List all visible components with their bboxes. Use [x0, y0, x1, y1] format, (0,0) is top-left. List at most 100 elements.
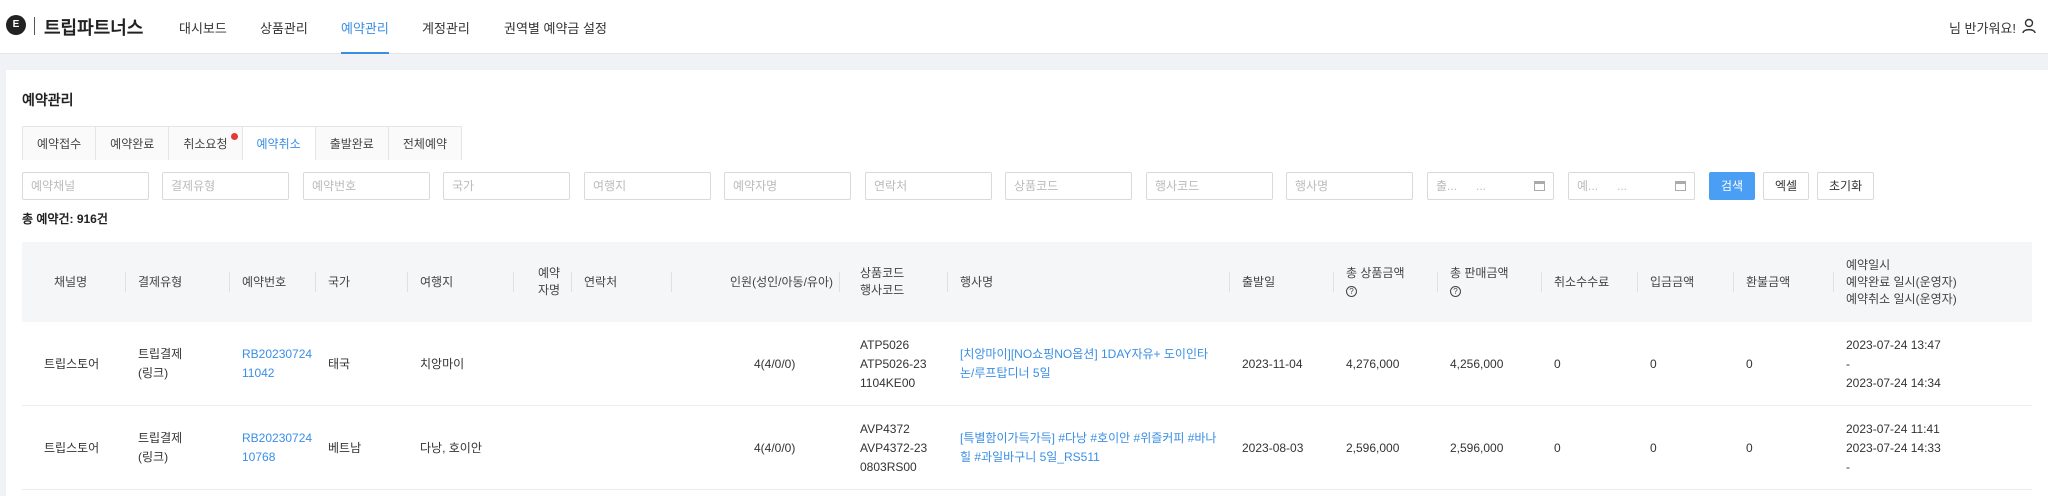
date-to: ...: [1476, 179, 1487, 193]
nav-regional-deposit[interactable]: 권역별 예약금 설정: [504, 18, 607, 37]
event-code-input[interactable]: [1146, 172, 1273, 200]
cell-booker: [514, 406, 572, 490]
header-label: 예약번호: [242, 274, 287, 289]
reservation-link[interactable]: RB2023072410768: [242, 429, 316, 467]
tab-departed[interactable]: 출발완료: [314, 126, 389, 160]
header-label: 인원(성인/아동/유아): [730, 274, 833, 289]
country-input[interactable]: [443, 172, 570, 200]
col-res-no: 예약번호: [230, 242, 316, 322]
cell-res-no[interactable]: RB2023072410768: [230, 406, 316, 490]
nav-products[interactable]: 상품관리: [260, 18, 308, 37]
codes-text: AVP4372 AVP4372-230803RS00: [860, 421, 928, 474]
help-icon[interactable]: ?: [1346, 286, 1357, 297]
cell-event[interactable]: [치앙마이][NO쇼핑NO옵션] 1DAY자유+ 도이인타논/루프탑디너 5일: [948, 322, 1220, 406]
reservation-date-range[interactable]: 예... ...: [1568, 172, 1695, 200]
cell-depart: 2023-11-04: [1242, 356, 1303, 371]
header-label: 예약자명: [538, 266, 561, 297]
tab-label: 예약완료: [110, 137, 155, 151]
header-label: 여행지: [420, 274, 454, 289]
event-link[interactable]: [치앙마이][NO쇼핑NO옵션] 1DAY자유+ 도이인타논/루프탑디너 5일: [960, 345, 1220, 383]
dates-text: 2023-07-24 13:47-2023-07-24 14:34: [1846, 337, 1941, 390]
nav-dashboard[interactable]: 대시보드: [179, 18, 227, 37]
booker-name-input[interactable]: [724, 172, 851, 200]
table-row[interactable]: 트립스토어 트립결제(링크) RB2023072410768 베트남 다낭, 호…: [22, 406, 2032, 490]
col-destination: 여행지: [408, 242, 514, 322]
tab-label: 예약접수: [37, 137, 82, 151]
reservation-link[interactable]: RB2023072411042: [242, 345, 316, 383]
tab-completed[interactable]: 예약완료: [95, 126, 170, 160]
header-label: 채널명: [54, 274, 88, 289]
cell-booker: [514, 322, 572, 406]
excel-button[interactable]: 엑셀: [1763, 172, 1810, 200]
product-code-input[interactable]: [1005, 172, 1132, 200]
cell-deposit: 0: [1650, 440, 1657, 455]
cell-cancel-fee: 0: [1554, 440, 1561, 455]
col-contact: 연락처: [572, 242, 672, 322]
cell-channel: 트립스토어: [44, 440, 100, 455]
header-label: 취소수수료: [1554, 274, 1610, 289]
user-icon[interactable]: [2022, 18, 2036, 34]
logo-icon[interactable]: E: [6, 15, 26, 35]
cell-channel: 트립스토어: [44, 356, 100, 371]
reset-button[interactable]: 초기화: [1817, 172, 1875, 200]
total-count: 총 예약건: 916건: [22, 212, 108, 226]
tab-label: 취소요청: [183, 137, 228, 151]
cell-total-product: 2,596,000: [1346, 440, 1400, 455]
cell-destination: 다낭, 호이안: [420, 440, 482, 455]
header-label: 국가: [328, 274, 351, 289]
table-row[interactable]: 트립스토어 트립결제(링크) RB2023072411042 태국 치앙마이 4…: [22, 322, 2032, 406]
contact-input[interactable]: [865, 172, 992, 200]
date-from: 예...: [1577, 179, 1599, 193]
cell-contact: [572, 322, 672, 406]
col-total-product: 총 상품금액?: [1334, 242, 1438, 322]
cell-pay-type: 트립결제(링크): [138, 347, 183, 380]
header-label: 총 판매금액?: [1450, 266, 1509, 297]
destination-input[interactable]: [584, 172, 711, 200]
header-label: 환불금액: [1746, 274, 1791, 289]
cell-people: 4(4/0/0): [754, 356, 796, 371]
cell-event[interactable]: [특별함이가득가득] #다낭 #호이안 #위즐커피 #바나힐 #과일바구니 5일…: [948, 406, 1220, 490]
logo-divider: [34, 17, 35, 35]
dates-text: 2023-07-24 11:41 2023-07-24 14:33-: [1846, 421, 1941, 474]
header-label: 행사명: [960, 274, 994, 289]
cell-country: 베트남: [328, 440, 362, 455]
cell-codes: ATP5026 ATP5026-231104KE00: [840, 322, 948, 406]
greeting-text: 님 반가워요!: [1948, 21, 2016, 36]
departure-date-range[interactable]: 출... ...: [1427, 172, 1554, 200]
date-from: 출...: [1436, 179, 1458, 193]
cell-refund: 0: [1746, 356, 1753, 371]
col-people: 인원(성인/아동/유아): [672, 242, 840, 322]
date-to: ...: [1617, 179, 1628, 193]
help-icon[interactable]: ?: [1450, 286, 1461, 297]
codes-text: ATP5026 ATP5026-231104KE00: [860, 337, 927, 390]
page-title: 예약관리: [22, 92, 74, 108]
cell-res-no[interactable]: RB2023072411042: [230, 322, 316, 406]
header-label: 상품코드 행사코드: [860, 266, 905, 297]
header-label: 결제유형: [138, 274, 183, 289]
col-cancel-fee: 취소수수료: [1542, 242, 1638, 322]
tab-cancel-request[interactable]: 취소요청: [168, 126, 243, 160]
cell-cancel-fee: 0: [1554, 356, 1561, 371]
tab-received[interactable]: 예약접수: [22, 126, 97, 160]
channel-input[interactable]: [22, 172, 149, 200]
tab-label: 전체예약: [402, 137, 448, 151]
tab-label: 예약취소: [256, 137, 301, 151]
brand-name[interactable]: 트립파트너스: [44, 14, 143, 40]
nav-accounts[interactable]: 계정관리: [422, 18, 470, 37]
tab-cancelled[interactable]: 예약취소: [241, 126, 316, 160]
reservation-no-input[interactable]: [303, 172, 430, 200]
event-name-input[interactable]: [1286, 172, 1413, 200]
col-total-sale: 총 판매금액?: [1438, 242, 1542, 322]
col-country: 국가: [316, 242, 408, 322]
tab-all[interactable]: 전체예약: [387, 126, 463, 160]
tab-label: 출발완료: [329, 137, 374, 151]
event-link[interactable]: [특별함이가득가득] #다낭 #호이안 #위즐커피 #바나힐 #과일바구니 5일…: [960, 429, 1220, 467]
pay-type-input[interactable]: [162, 172, 289, 200]
cell-people: 4(4/0/0): [754, 440, 796, 455]
col-refund: 환불금액: [1734, 242, 1834, 322]
nav-reservations[interactable]: 예약관리: [341, 18, 389, 37]
search-button[interactable]: 검색: [1709, 172, 1756, 200]
col-dates: 예약일시 예약완료 일시(운영자) 예약취소 일시(운영자): [1834, 242, 2032, 322]
cell-pay-type: 트립결제(링크): [138, 431, 183, 464]
cell-depart: 2023-08-03: [1242, 440, 1304, 455]
